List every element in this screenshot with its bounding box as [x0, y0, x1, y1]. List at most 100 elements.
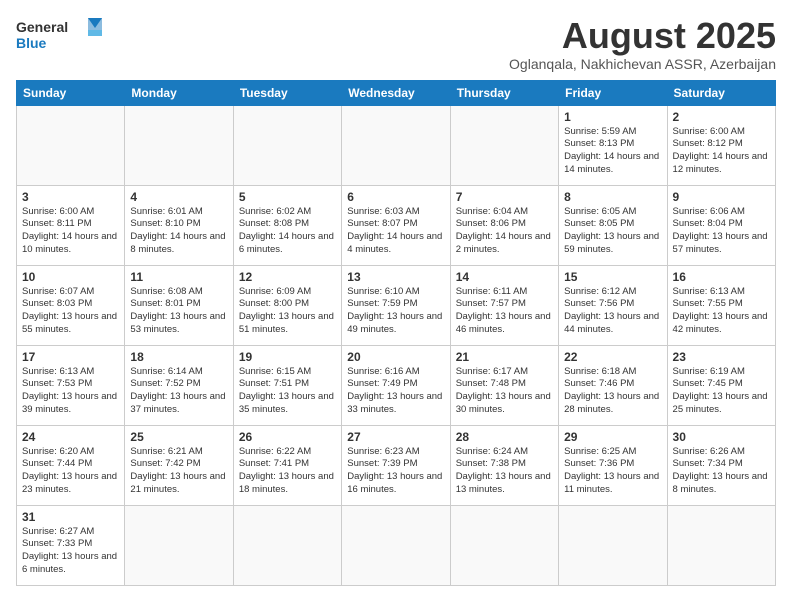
day-number: 24	[22, 430, 119, 444]
day-info: Sunrise: 6:00 AM Sunset: 8:11 PM Dayligh…	[22, 206, 119, 257]
day-info: Sunrise: 6:06 AM Sunset: 8:04 PM Dayligh…	[673, 206, 770, 257]
day-info: Sunrise: 6:12 AM Sunset: 7:56 PM Dayligh…	[564, 286, 661, 337]
svg-text:General: General	[16, 19, 68, 35]
day-cell	[342, 105, 450, 185]
week-row-4: 17Sunrise: 6:13 AM Sunset: 7:53 PM Dayli…	[17, 345, 776, 425]
day-number: 21	[456, 350, 553, 364]
day-cell	[667, 505, 775, 585]
day-number: 31	[22, 510, 119, 524]
day-cell: 17Sunrise: 6:13 AM Sunset: 7:53 PM Dayli…	[17, 345, 125, 425]
weekday-header-row: SundayMondayTuesdayWednesdayThursdayFrid…	[17, 80, 776, 105]
day-cell: 4Sunrise: 6:01 AM Sunset: 8:10 PM Daylig…	[125, 185, 233, 265]
day-cell	[125, 505, 233, 585]
day-number: 13	[347, 270, 444, 284]
day-cell: 5 Sunrise: 6:02 AM Sunset: 8:08 PM Daylig…	[233, 185, 341, 265]
day-cell: 18Sunrise: 6:14 AM Sunset: 7:52 PM Dayli…	[125, 345, 233, 425]
day-cell: 1 Sunrise: 5:59 AM Sunset: 8:13 PM Daylig…	[559, 105, 667, 185]
day-info: Sunrise: 6:27 AM Sunset: 7:33 PM Dayligh…	[22, 526, 119, 577]
day-number: 9	[673, 190, 770, 204]
day-number: 4	[130, 190, 227, 204]
day-info: Sunrise: 6:24 AM Sunset: 7:38 PM Dayligh…	[456, 446, 553, 497]
day-number: 8	[564, 190, 661, 204]
day-info: Sunrise: 6:09 AM Sunset: 8:00 PM Dayligh…	[239, 286, 336, 337]
day-cell: 25Sunrise: 6:21 AM Sunset: 7:42 PM Dayli…	[125, 425, 233, 505]
day-info: Sunrise: 6:00 AM Sunset: 8:12 PM Dayligh…	[673, 126, 770, 177]
day-number: 27	[347, 430, 444, 444]
day-info: Sunrise: 6:26 AM Sunset: 7:34 PM Dayligh…	[673, 446, 770, 497]
day-info: Sunrise: 6:11 AM Sunset: 7:57 PM Dayligh…	[456, 286, 553, 337]
logo-svg: General Blue	[16, 16, 106, 56]
day-cell	[125, 105, 233, 185]
day-cell: 14Sunrise: 6:11 AM Sunset: 7:57 PM Dayli…	[450, 265, 558, 345]
week-row-5: 24 Sunrise: 6:20 AM Sunset: 7:44 PM Dayli…	[17, 425, 776, 505]
weekday-header-tuesday: Tuesday	[233, 80, 341, 105]
day-cell: 30 Sunrise: 6:26 AM Sunset: 7:34 PM Dayli…	[667, 425, 775, 505]
day-number: 2	[673, 110, 770, 124]
day-number: 26	[239, 430, 336, 444]
title-area: August 2025 Oglanqala, Nakhichevan ASSR,…	[509, 16, 776, 72]
location-title: Oglanqala, Nakhichevan ASSR, Azerbaijan	[509, 56, 776, 72]
day-info: Sunrise: 6:20 AM Sunset: 7:44 PM Dayligh…	[22, 446, 119, 497]
calendar-table: SundayMondayTuesdayWednesdayThursdayFrid…	[16, 80, 776, 586]
week-row-1: 1 Sunrise: 5:59 AM Sunset: 8:13 PM Daylig…	[17, 105, 776, 185]
day-info: Sunrise: 6:08 AM Sunset: 8:01 PM Dayligh…	[130, 286, 227, 337]
day-cell: 11 Sunrise: 6:08 AM Sunset: 8:01 PM Dayli…	[125, 265, 233, 345]
day-info: Sunrise: 6:23 AM Sunset: 7:39 PM Dayligh…	[347, 446, 444, 497]
day-number: 11	[130, 270, 227, 284]
week-row-2: 3 Sunrise: 6:00 AM Sunset: 8:11 PM Daylig…	[17, 185, 776, 265]
day-cell: 29Sunrise: 6:25 AM Sunset: 7:36 PM Dayli…	[559, 425, 667, 505]
day-number: 3	[22, 190, 119, 204]
day-number: 16	[673, 270, 770, 284]
svg-text:Blue: Blue	[16, 35, 47, 51]
day-info: Sunrise: 6:10 AM Sunset: 7:59 PM Dayligh…	[347, 286, 444, 337]
day-info: Sunrise: 6:03 AM Sunset: 8:07 PM Dayligh…	[347, 206, 444, 257]
day-cell	[559, 505, 667, 585]
day-number: 17	[22, 350, 119, 364]
day-info: Sunrise: 6:22 AM Sunset: 7:41 PM Dayligh…	[239, 446, 336, 497]
weekday-header-thursday: Thursday	[450, 80, 558, 105]
day-info: Sunrise: 6:02 AM Sunset: 8:08 PM Dayligh…	[239, 206, 336, 257]
day-number: 20	[347, 350, 444, 364]
day-info: Sunrise: 6:05 AM Sunset: 8:05 PM Dayligh…	[564, 206, 661, 257]
day-info: Sunrise: 6:17 AM Sunset: 7:48 PM Dayligh…	[456, 366, 553, 417]
day-cell	[450, 105, 558, 185]
day-number: 18	[130, 350, 227, 364]
day-cell: 20 Sunrise: 6:16 AM Sunset: 7:49 PM Dayli…	[342, 345, 450, 425]
day-number: 10	[22, 270, 119, 284]
day-number: 1	[564, 110, 661, 124]
day-info: Sunrise: 6:07 AM Sunset: 8:03 PM Dayligh…	[22, 286, 119, 337]
day-info: Sunrise: 5:59 AM Sunset: 8:13 PM Dayligh…	[564, 126, 661, 177]
day-number: 12	[239, 270, 336, 284]
day-number: 7	[456, 190, 553, 204]
day-number: 5	[239, 190, 336, 204]
day-info: Sunrise: 6:19 AM Sunset: 7:45 PM Dayligh…	[673, 366, 770, 417]
day-number: 28	[456, 430, 553, 444]
day-cell: 23 Sunrise: 6:19 AM Sunset: 7:45 PM Dayli…	[667, 345, 775, 425]
day-cell: 31 Sunrise: 6:27 AM Sunset: 7:33 PM Dayli…	[17, 505, 125, 585]
day-cell: 7Sunrise: 6:04 AM Sunset: 8:06 PM Daylig…	[450, 185, 558, 265]
day-cell	[233, 105, 341, 185]
week-row-3: 10 Sunrise: 6:07 AM Sunset: 8:03 PM Dayli…	[17, 265, 776, 345]
day-cell: 13 Sunrise: 6:10 AM Sunset: 7:59 PM Dayli…	[342, 265, 450, 345]
day-info: Sunrise: 6:16 AM Sunset: 7:49 PM Dayligh…	[347, 366, 444, 417]
day-cell: 8 Sunrise: 6:05 AM Sunset: 8:05 PM Daylig…	[559, 185, 667, 265]
day-number: 30	[673, 430, 770, 444]
day-cell	[342, 505, 450, 585]
month-title: August 2025	[509, 16, 776, 56]
day-number: 15	[564, 270, 661, 284]
weekday-header-saturday: Saturday	[667, 80, 775, 105]
day-cell: 15 Sunrise: 6:12 AM Sunset: 7:56 PM Dayli…	[559, 265, 667, 345]
day-cell: 19Sunrise: 6:15 AM Sunset: 7:51 PM Dayli…	[233, 345, 341, 425]
day-cell: 6 Sunrise: 6:03 AM Sunset: 8:07 PM Daylig…	[342, 185, 450, 265]
day-cell	[450, 505, 558, 585]
day-cell: 21 Sunrise: 6:17 AM Sunset: 7:48 PM Dayli…	[450, 345, 558, 425]
day-cell	[233, 505, 341, 585]
day-info: Sunrise: 6:25 AM Sunset: 7:36 PM Dayligh…	[564, 446, 661, 497]
page-header: General Blue August 2025 Oglanqala, Nakh…	[16, 16, 776, 72]
day-number: 25	[130, 430, 227, 444]
day-number: 6	[347, 190, 444, 204]
day-number: 22	[564, 350, 661, 364]
day-cell: 16Sunrise: 6:13 AM Sunset: 7:55 PM Dayli…	[667, 265, 775, 345]
logo: General Blue	[16, 16, 106, 56]
day-number: 23	[673, 350, 770, 364]
